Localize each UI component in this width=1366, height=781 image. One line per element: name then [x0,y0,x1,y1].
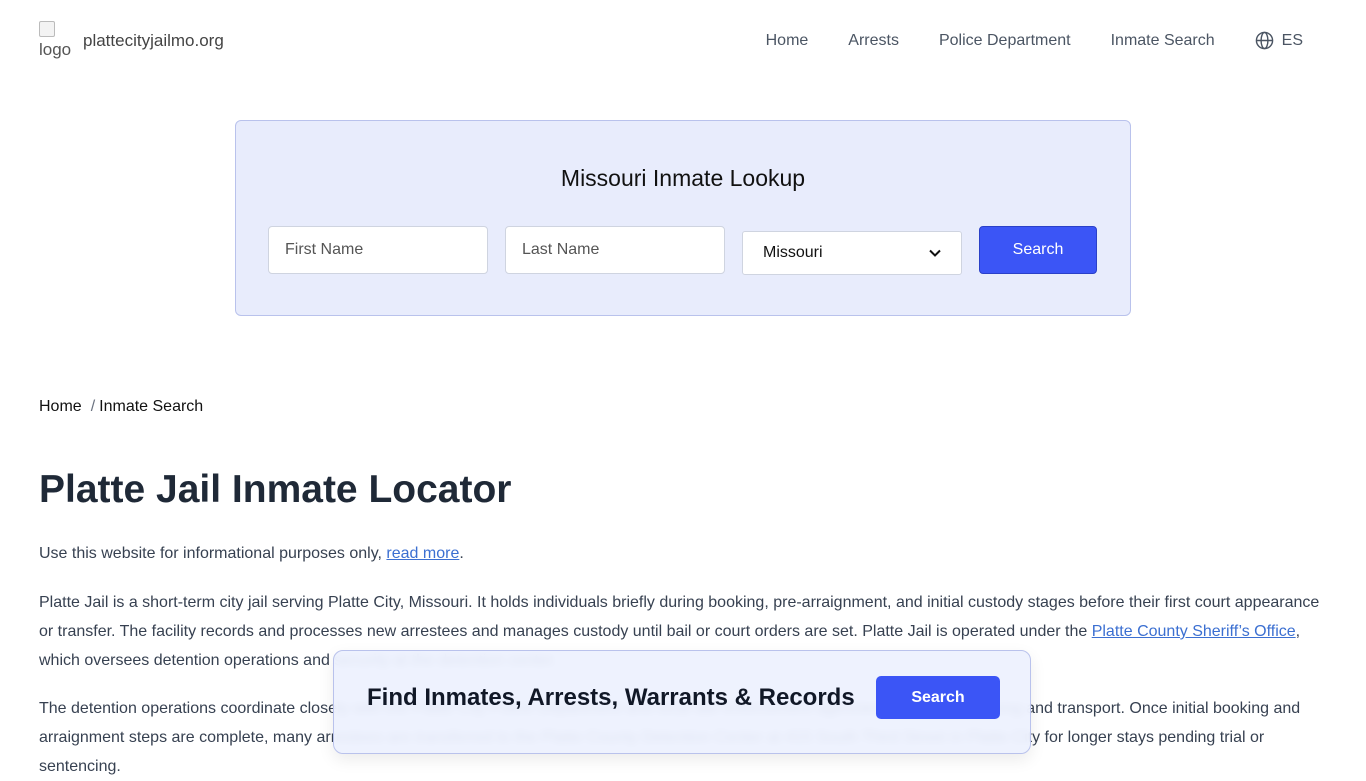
nav-home[interactable]: Home [766,32,809,50]
chevron-down-icon [929,249,941,257]
sticky-bar-label: Find Inmates, Arrests, Warrants & Record… [367,684,855,711]
lookup-title: Missouri Inmate Lookup [560,165,806,191]
disclaimer-paragraph: Use this website for informational purpo… [39,539,1329,568]
inmate-lookup-card: Missouri Inmate Lookup Missouri Search [235,120,1131,316]
breadcrumb-home[interactable]: Home [39,398,82,415]
logo-link[interactable]: logo plattecityjailmo.org [39,21,224,61]
globe-icon [1255,31,1273,50]
logo-alt-text: logo [39,40,72,59]
read-more-link[interactable]: read more [386,545,459,562]
breadcrumb: Home / Inmate Search [39,398,203,416]
sticky-search-button[interactable]: Search [876,676,1000,719]
main-nav: Home Arrests Police Department Inmate Se… [726,31,1303,50]
nav-inmate-search[interactable]: Inmate Search [1111,32,1215,50]
sticky-search-bar: Find Inmates, Arrests, Warrants & Record… [333,650,1031,754]
page-title: Platte Jail Inmate Locator [39,468,512,511]
first-name-input[interactable] [268,226,488,274]
last-name-input[interactable] [505,226,725,274]
disclaimer-end: . [459,545,464,562]
logo-image: logo [39,21,73,61]
breadcrumb-current: Inmate Search [99,398,204,415]
breadcrumb-separator: / [90,398,96,415]
broken-image-icon [39,21,55,37]
nav-arrests[interactable]: Arrests [848,32,899,50]
nav-police-department[interactable]: Police Department [939,32,1071,50]
site-name[interactable]: plattecityjailmo.org [83,31,224,51]
state-select[interactable]: Missouri [742,231,962,275]
state-select-value: Missouri [763,244,823,261]
disclaimer-text: Use this website for informational purpo… [39,545,387,562]
language-switch[interactable]: ES [1255,31,1303,50]
search-button[interactable]: Search [979,226,1097,274]
site-header: logo plattecityjailmo.org Home Arrests P… [0,0,1366,84]
language-label: ES [1281,31,1303,49]
sheriff-office-link[interactable]: Platte County Sheriff’s Office [1092,623,1296,640]
